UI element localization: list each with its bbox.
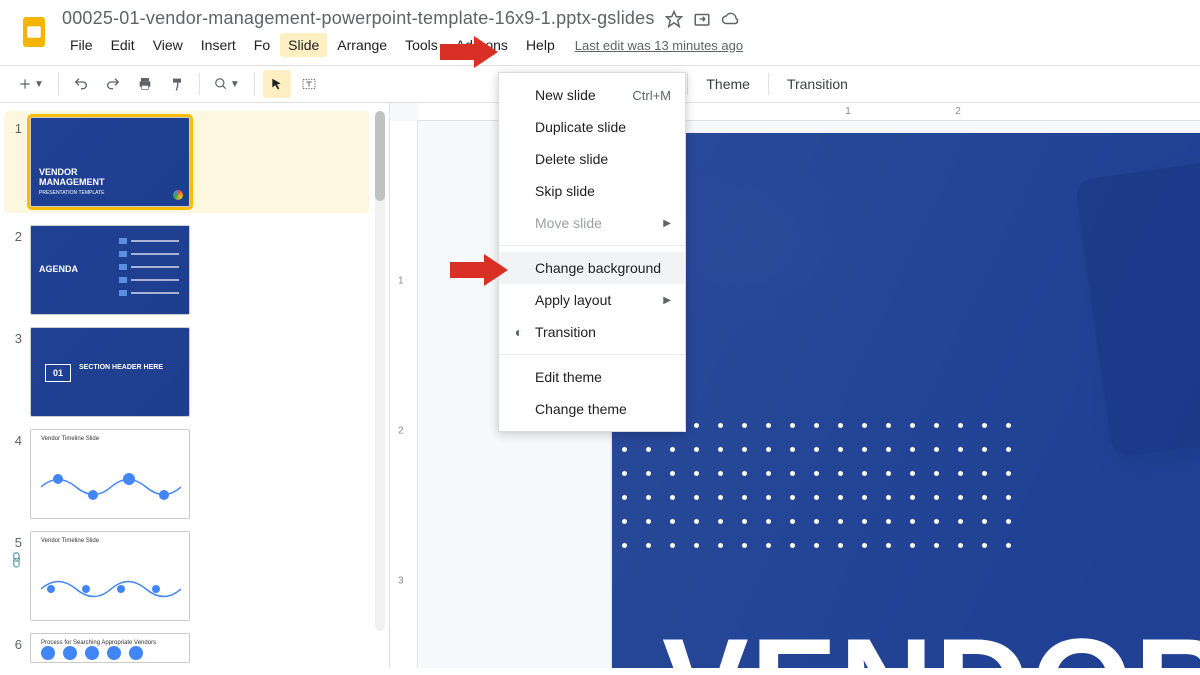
menu-insert[interactable]: Insert	[193, 33, 244, 57]
title-area: 00025-01-vendor-management-powerpoint-te…	[62, 8, 1184, 57]
menu-label: Edit theme	[535, 369, 602, 385]
menu-edit[interactable]: Edit	[103, 33, 143, 57]
transition-icon: ◐	[511, 324, 527, 340]
filmstrip-scrollbar[interactable]	[375, 111, 385, 631]
slide-number: 3	[8, 327, 22, 346]
thumb-title: Vendor Timeline Slide	[41, 538, 99, 544]
thumb-section-num: 01	[45, 364, 71, 382]
star-icon[interactable]	[665, 10, 683, 28]
menu-label: Move slide	[535, 215, 602, 231]
undo-button[interactable]	[67, 70, 95, 98]
thumb-title: AGENDA	[39, 264, 78, 274]
filmstrip: 1 VENDOR MANAGEMENT PRESENTATION TEMPLAT…	[0, 103, 390, 668]
dot-pattern	[622, 423, 1018, 555]
slide-menu-dropdown: New slide Ctrl+M Duplicate slide Delete …	[498, 72, 686, 432]
menu-shortcut: Ctrl+M	[632, 88, 671, 103]
menu-change-theme[interactable]: Change theme	[499, 393, 685, 425]
slide-number: 5	[15, 531, 22, 550]
ruler-tick-label: 2	[398, 426, 404, 437]
ruler-vertical[interactable]: 1 2 3	[390, 121, 418, 668]
menu-view[interactable]: View	[145, 33, 191, 57]
textbox-tool-button[interactable]	[295, 70, 323, 98]
slide-thumb-5[interactable]: 5 🔗 Vendor Timeline Slide	[8, 531, 369, 621]
menu-bar: File Edit View Insert Fo Slide Arrange T…	[62, 33, 1184, 57]
thumb-title: SECTION HEADER HERE	[79, 364, 163, 371]
menu-edit-theme[interactable]: Edit theme	[499, 361, 685, 393]
last-edit-link[interactable]: Last edit was 13 minutes ago	[575, 38, 743, 53]
slides-logo	[16, 14, 52, 50]
ruler-tick-label: 1	[845, 106, 851, 117]
menu-delete-slide[interactable]: Delete slide	[499, 143, 685, 175]
slide-number: 2	[8, 225, 22, 244]
new-slide-button[interactable]: ▼	[12, 70, 50, 98]
ruler-tick-label: 2	[955, 106, 961, 117]
slide-number: 4	[8, 429, 22, 448]
slide-canvas[interactable]: VENDOR	[612, 133, 1200, 668]
cloud-status-icon[interactable]	[721, 10, 739, 28]
menu-label: Change background	[535, 260, 661, 276]
transition-tool[interactable]: Transition	[777, 70, 858, 98]
doc-title[interactable]: 00025-01-vendor-management-powerpoint-te…	[62, 8, 655, 29]
slide-number: 1	[8, 117, 22, 136]
menu-label: Duplicate slide	[535, 119, 626, 135]
slide-number: 6	[8, 633, 22, 652]
menu-new-slide[interactable]: New slide Ctrl+M	[499, 79, 685, 111]
menu-transition[interactable]: ◐ Transition	[499, 316, 685, 348]
menu-apply-layout[interactable]: Apply layout ▶	[499, 284, 685, 316]
redo-button[interactable]	[99, 70, 127, 98]
menu-skip-slide[interactable]: Skip slide	[499, 175, 685, 207]
menu-label: Change theme	[535, 401, 627, 417]
menu-change-background[interactable]: Change background	[499, 252, 685, 284]
paint-format-button[interactable]	[163, 70, 191, 98]
attachment-icon: 🔗	[4, 548, 27, 571]
slide-thumb-1[interactable]: 1 VENDOR MANAGEMENT PRESENTATION TEMPLAT…	[4, 111, 369, 213]
menu-label: Apply layout	[535, 292, 611, 308]
slide-thumb-2[interactable]: 2 AGENDA	[8, 225, 369, 315]
menu-label: Delete slide	[535, 151, 608, 167]
slide-thumb-6[interactable]: 6 Process for Searching Appropriate Vend…	[8, 633, 369, 663]
move-to-icon[interactable]	[693, 10, 711, 28]
select-tool-button[interactable]	[263, 70, 291, 98]
menu-duplicate-slide[interactable]: Duplicate slide	[499, 111, 685, 143]
menu-move-slide: Move slide ▶	[499, 207, 685, 239]
print-button[interactable]	[131, 70, 159, 98]
menu-help[interactable]: Help	[518, 33, 563, 57]
menu-label: Skip slide	[535, 183, 595, 199]
theme-tool[interactable]: Theme	[696, 70, 760, 98]
menu-arrange[interactable]: Arrange	[329, 33, 395, 57]
ruler-tick-label: 1	[398, 276, 404, 287]
menu-tools[interactable]: Tools	[397, 33, 446, 57]
menu-format-truncated[interactable]: Fo	[246, 33, 278, 57]
submenu-arrow-icon: ▶	[663, 218, 671, 229]
title-icons	[665, 10, 739, 28]
canvas-title: VENDOR	[662, 609, 1200, 668]
slide-thumb-3[interactable]: 3 01 SECTION HEADER HERE	[8, 327, 369, 417]
thumb-subtitle: PRESENTATION TEMPLATE	[39, 190, 104, 196]
ruler-tick-label: 3	[398, 576, 404, 587]
zoom-button[interactable]: ▼	[208, 70, 246, 98]
app-header: 00025-01-vendor-management-powerpoint-te…	[0, 0, 1200, 57]
menu-label: New slide	[535, 87, 596, 103]
menu-slide[interactable]: Slide	[280, 33, 327, 57]
thumb-title: VENDOR MANAGEMENT	[39, 168, 105, 188]
thumb-title: Vendor Timeline Slide	[41, 436, 99, 442]
menu-label: Transition	[535, 324, 596, 340]
slide-thumb-4[interactable]: 4 Vendor Timeline Slide	[8, 429, 369, 519]
submenu-arrow-icon: ▶	[663, 295, 671, 306]
menu-file[interactable]: File	[62, 33, 101, 57]
